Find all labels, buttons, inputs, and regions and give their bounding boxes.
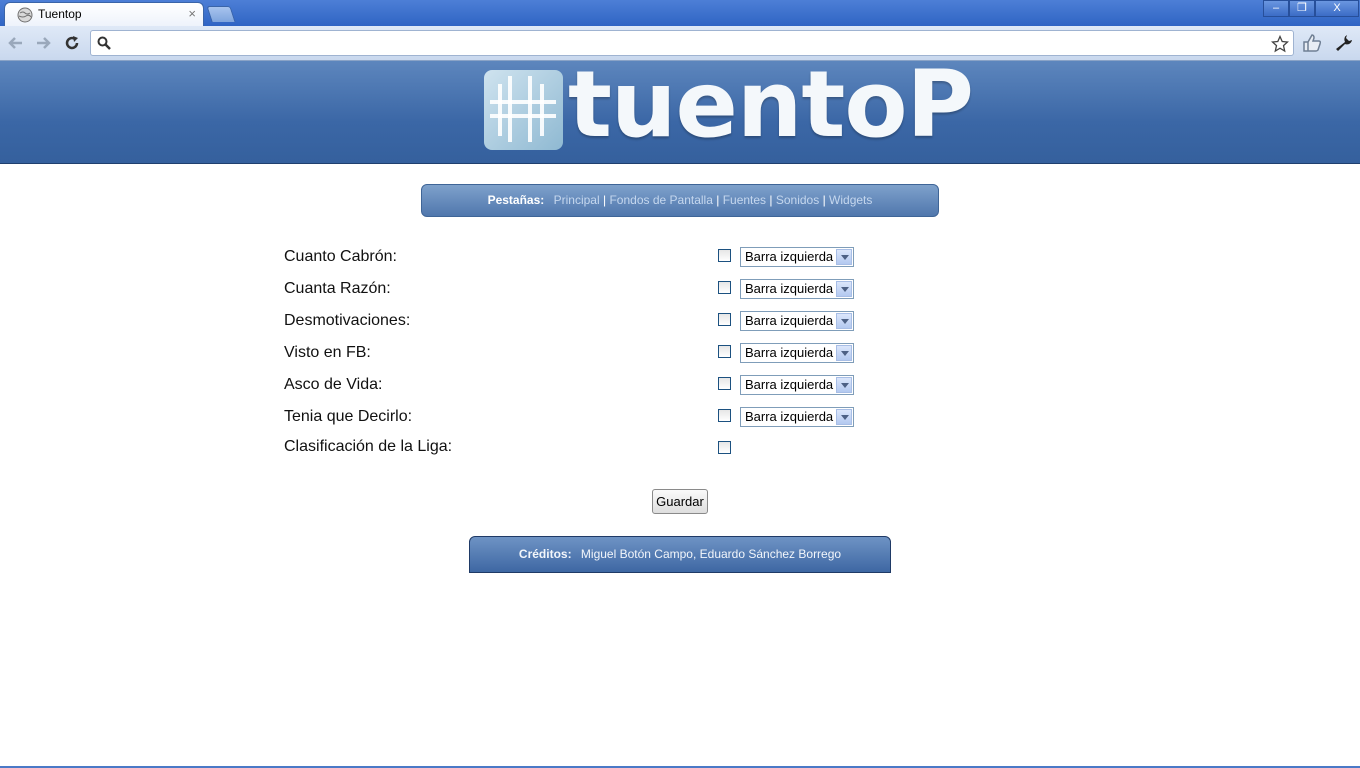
setting-row-tenia-que-decirlo: Tenia que Decirlo: Barra izquierda bbox=[0, 406, 1360, 430]
position-select-value: Barra izquierda bbox=[745, 409, 834, 424]
position-select[interactable]: Barra izquierda bbox=[740, 247, 854, 267]
nav-separator: | bbox=[822, 193, 826, 207]
chevron-down-icon[interactable] bbox=[836, 377, 852, 393]
chevron-down-icon[interactable] bbox=[836, 313, 852, 329]
position-select-value: Barra izquierda bbox=[745, 281, 834, 296]
setting-label: Asco de Vida: bbox=[284, 376, 383, 393]
setting-label: Clasificación de la Liga: bbox=[284, 438, 453, 455]
setting-row-cuanta-razon: Cuanta Razón: Barra izquierda bbox=[0, 278, 1360, 302]
site-logo: tuentoP bbox=[568, 51, 974, 158]
wrench-icon[interactable] bbox=[1333, 32, 1355, 54]
credits-names: Miguel Botón Campo, Eduardo Sánchez Borr… bbox=[580, 547, 842, 561]
logo-glyph bbox=[490, 76, 556, 142]
thumbs-up-icon[interactable] bbox=[1301, 32, 1323, 54]
tab-link-widgets[interactable]: Widgets bbox=[829, 193, 872, 207]
header-banner: tuentoP bbox=[0, 51, 1360, 164]
position-select[interactable]: Barra izquierda bbox=[740, 311, 854, 331]
forward-icon[interactable] bbox=[34, 34, 52, 52]
position-select[interactable]: Barra izquierda bbox=[740, 407, 854, 427]
setting-row-visto-en-fb: Visto en FB: Barra izquierda bbox=[0, 342, 1360, 366]
chevron-down-icon[interactable] bbox=[836, 409, 852, 425]
restore-button[interactable]: ❐ bbox=[1289, 0, 1315, 17]
position-select-value: Barra izquierda bbox=[745, 377, 834, 392]
position-select-value: Barra izquierda bbox=[745, 249, 834, 264]
chevron-down-icon[interactable] bbox=[836, 345, 852, 361]
credits-bar: Créditos: Miguel Botón Campo, Eduardo Sá… bbox=[469, 536, 891, 573]
enable-checkbox[interactable] bbox=[718, 313, 731, 326]
tab-link-principal[interactable]: Principal bbox=[554, 193, 600, 207]
reload-icon[interactable] bbox=[63, 34, 81, 52]
setting-label: Cuanto Cabrón: bbox=[284, 248, 397, 265]
bookmark-star-icon[interactable] bbox=[1271, 35, 1289, 53]
enable-checkbox[interactable] bbox=[718, 281, 731, 294]
position-select-value: Barra izquierda bbox=[745, 313, 834, 328]
position-select[interactable]: Barra izquierda bbox=[740, 375, 854, 395]
position-select-value: Barra izquierda bbox=[745, 345, 834, 360]
enable-checkbox[interactable] bbox=[718, 249, 731, 262]
setting-row-desmotivaciones: Desmotivaciones: Barra izquierda bbox=[0, 310, 1360, 334]
setting-row-cuanto-cabron: Cuanto Cabrón: Barra izquierda bbox=[0, 246, 1360, 270]
setting-row-clasificacion-liga: Clasificación de la Liga: bbox=[0, 436, 1360, 460]
tab-link-fuentes[interactable]: Fuentes bbox=[723, 193, 766, 207]
nav-separator: | bbox=[603, 193, 607, 207]
tab-close-icon[interactable]: × bbox=[188, 6, 196, 22]
enable-checkbox[interactable] bbox=[718, 409, 731, 422]
new-tab-button[interactable] bbox=[206, 6, 236, 22]
minimize-button[interactable]: – bbox=[1263, 0, 1289, 17]
position-select[interactable]: Barra izquierda bbox=[740, 279, 854, 299]
credits-label: Créditos: bbox=[518, 547, 572, 561]
search-icon bbox=[97, 36, 111, 50]
setting-label: Cuanta Razón: bbox=[284, 280, 391, 297]
setting-label: Desmotivaciones: bbox=[284, 312, 411, 329]
save-button[interactable]: Guardar bbox=[652, 489, 708, 514]
back-icon[interactable] bbox=[7, 34, 25, 52]
tab-title: Tuentop bbox=[38, 7, 82, 21]
logo-mark-icon bbox=[484, 70, 563, 150]
globe-icon bbox=[17, 7, 33, 23]
close-window-button[interactable]: X bbox=[1315, 0, 1359, 17]
enable-checkbox[interactable] bbox=[718, 345, 731, 358]
chevron-down-icon[interactable] bbox=[836, 281, 852, 297]
setting-label: Tenia que Decirlo: bbox=[284, 408, 413, 425]
tabs-nav-label: Pestañas: bbox=[487, 193, 545, 207]
chevron-down-icon[interactable] bbox=[836, 249, 852, 265]
browser-title-bar: Tuentop × – ❐ X bbox=[0, 0, 1360, 26]
browser-tab[interactable]: Tuentop × bbox=[4, 2, 204, 26]
position-select[interactable]: Barra izquierda bbox=[740, 343, 854, 363]
tabs-nav: Pestañas: Principal | Fondos de Pantalla… bbox=[421, 184, 939, 217]
nav-separator: | bbox=[769, 193, 773, 207]
nav-separator: | bbox=[716, 193, 720, 207]
setting-label: Visto en FB: bbox=[284, 344, 371, 361]
address-input[interactable] bbox=[117, 34, 1267, 52]
enable-checkbox[interactable] bbox=[718, 441, 731, 454]
setting-row-asco-de-vida: Asco de Vida: Barra izquierda bbox=[0, 374, 1360, 398]
tab-link-fondos-de-pantalla[interactable]: Fondos de Pantalla bbox=[609, 193, 712, 207]
tab-link-sonidos[interactable]: Sonidos bbox=[776, 193, 819, 207]
enable-checkbox[interactable] bbox=[718, 377, 731, 390]
